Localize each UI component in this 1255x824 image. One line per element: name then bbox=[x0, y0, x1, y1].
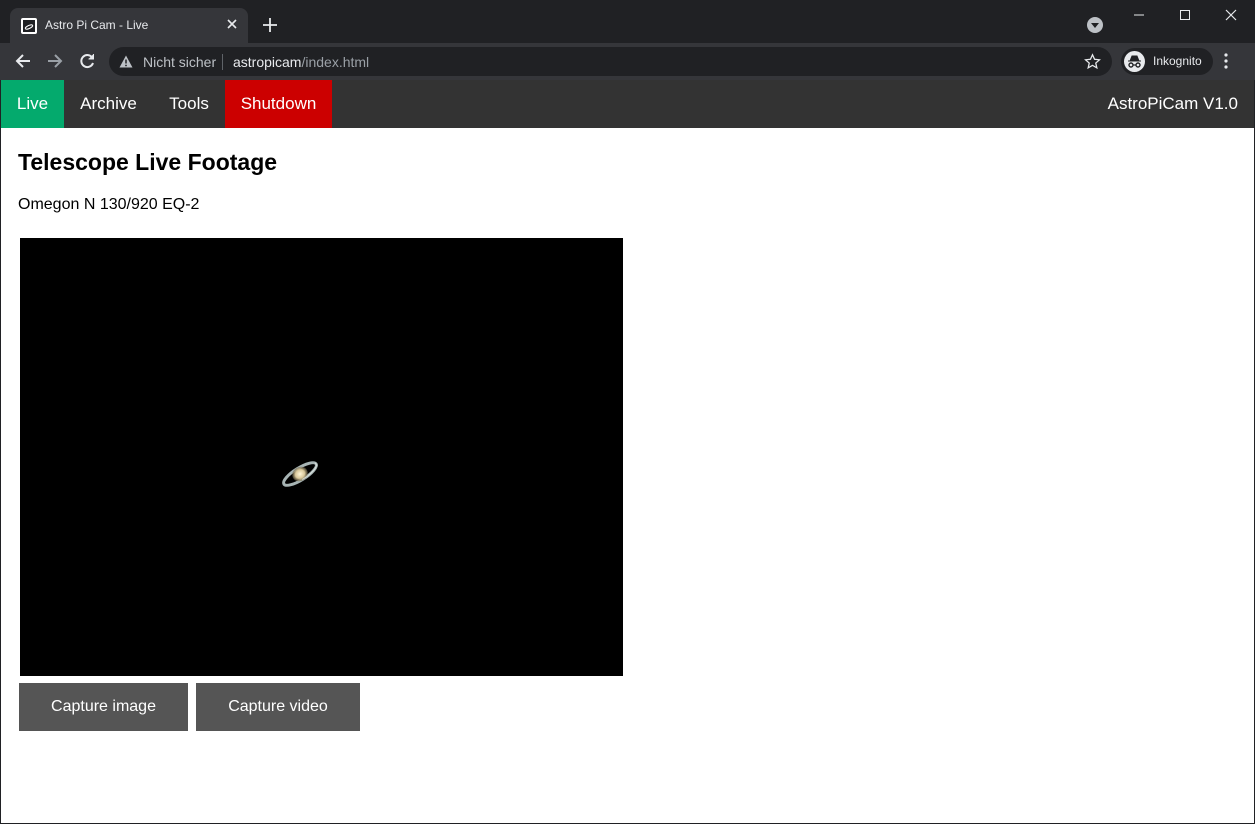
capture-video-button[interactable]: Capture video bbox=[196, 683, 360, 731]
brand-label: AstroPiCam V1.0 bbox=[1107, 94, 1238, 113]
browser-titlebar: Astro Pi Cam - Live bbox=[0, 0, 1255, 43]
url-path: /index.html bbox=[301, 54, 370, 70]
close-icon[interactable] bbox=[224, 16, 240, 32]
favicon-icon bbox=[21, 18, 37, 34]
security-label[interactable]: Nicht sicher bbox=[143, 54, 216, 70]
nav-item-shutdown[interactable]: Shutdown bbox=[225, 80, 332, 128]
forward-arrow-icon[interactable] bbox=[45, 51, 65, 71]
warning-icon[interactable] bbox=[119, 55, 133, 73]
minimize-icon[interactable] bbox=[1116, 0, 1162, 30]
address-bar[interactable]: Nicht sicher astropicam/index.html bbox=[109, 47, 1112, 76]
plus-icon[interactable] bbox=[261, 16, 279, 34]
live-video-feed bbox=[20, 238, 623, 676]
top-navigation: Live Archive Tools Shutdown AstroPiCam V… bbox=[1, 80, 1254, 128]
url-text[interactable]: astropicam/index.html bbox=[233, 54, 369, 70]
url-host: astropicam bbox=[233, 54, 302, 70]
nav-item-archive[interactable]: Archive bbox=[64, 80, 153, 128]
tab-search-icon[interactable] bbox=[1087, 17, 1103, 33]
incognito-badge[interactable]: Inkognito bbox=[1121, 48, 1213, 75]
back-arrow-icon[interactable] bbox=[13, 51, 33, 71]
browser-tab[interactable]: Astro Pi Cam - Live bbox=[10, 8, 248, 43]
maximize-icon[interactable] bbox=[1162, 0, 1208, 30]
star-icon[interactable] bbox=[1084, 53, 1101, 75]
nav-item-tools[interactable]: Tools bbox=[153, 80, 225, 128]
capture-image-button[interactable]: Capture image bbox=[19, 683, 188, 731]
reload-icon[interactable] bbox=[77, 51, 97, 71]
omnibox-divider bbox=[222, 54, 223, 70]
browser-toolbar: Nicht sicher astropicam/index.html Inkog… bbox=[0, 43, 1255, 80]
tab-title: Astro Pi Cam - Live bbox=[45, 18, 149, 32]
page-title: Telescope Live Footage bbox=[18, 149, 278, 175]
window-close-icon[interactable] bbox=[1208, 0, 1254, 30]
incognito-icon bbox=[1124, 51, 1145, 72]
saturn-image bbox=[282, 461, 318, 487]
kebab-menu-icon[interactable] bbox=[1224, 52, 1228, 75]
nav-item-live[interactable]: Live bbox=[1, 80, 64, 128]
incognito-label: Inkognito bbox=[1153, 54, 1202, 68]
telescope-model: Omegon N 130/920 EQ-2 bbox=[18, 196, 200, 213]
